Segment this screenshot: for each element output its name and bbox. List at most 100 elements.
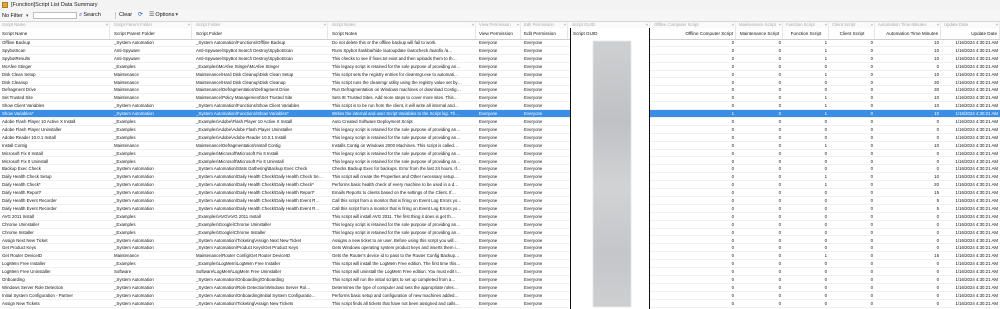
cell-script-folder: _System Automation\Daily Health Check\Da…: [196, 182, 314, 188]
cell-script-name: Get Router DeviceID: [2, 253, 43, 259]
cell-function-script: 1: [824, 71, 827, 77]
table-row[interactable]: Backup Exec Check _System Automation _Syst…: [0, 165, 1000, 174]
table-row[interactable]: Daily Health Check Setup _System Automati…: [0, 173, 1000, 182]
cell-script-name: Daily Health Event Recorder: [2, 205, 57, 211]
cell-script-folder: Anti-Spyware\SpyBot Search Destroy\Spybo…: [196, 55, 293, 61]
table-row[interactable]: McAfee Stinger _Examples _Examples\McAfee …: [0, 63, 1000, 71]
cell-script-notes: This script is to be run from the client…: [332, 103, 459, 109]
search-button[interactable]: ⌕Search: [79, 11, 101, 19]
chevron-down-icon[interactable]: ▾: [26, 13, 29, 19]
table-row[interactable]: Disk Clean Setup Maintenance Maintenance\H…: [0, 71, 1000, 79]
clear-button[interactable]: Clear: [119, 11, 132, 19]
cell-function-script: 1: [824, 182, 827, 188]
column-header-script-name[interactable]: Script Name: [0, 28, 110, 39]
cell-function-script: 0: [824, 126, 827, 132]
cell-script-name: Disk Cleanup: [2, 79, 28, 85]
column-header-script-folder[interactable]: Script Folder: [194, 28, 328, 39]
cell-function-script: 0: [824, 158, 827, 164]
cell-function-script: 0: [824, 190, 827, 196]
cell-script-parent-folder: _System Automation: [114, 111, 154, 117]
cell-edit-permission: Everyone: [524, 166, 543, 172]
cell-script-parent-folder: _Examples: [114, 261, 136, 267]
table-row[interactable]: Adobe Reader 10.0.1 Install _Examples _Exa…: [0, 134, 1000, 142]
refresh-button[interactable]: ⟳: [138, 11, 144, 19]
toolbar: No Filter ▾ ⌕Search Clear ⟳ ☰Options▾: [0, 10, 1000, 22]
cell-function-script: 0: [824, 87, 827, 93]
table-row[interactable]: Initial System Configuration - Partner _S…: [0, 292, 1000, 300]
column-header-automation-time-minutes[interactable]: Automation Time Minutes: [876, 28, 941, 39]
column-header-offline-computer-script[interactable]: Offline Computer Script: [652, 28, 736, 39]
cell-offline-computer-script: 0: [731, 119, 734, 124]
cell-maintenance-script: 0: [778, 55, 781, 61]
column-header-script-notes[interactable]: Script Notes: [330, 28, 476, 39]
table-row[interactable]: Defragment Drive Maintenance Maintenance\D…: [0, 86, 1000, 95]
cell-script-folder: _Examples\Adobe\Flash Player 10 Active X…: [196, 119, 293, 124]
column-header-edit-permission[interactable]: Edit Permission: [522, 28, 568, 39]
column-header-maintenance-script[interactable]: Maintenance Script: [737, 28, 783, 39]
cell-script-parent-folder: Maintenance: [114, 87, 139, 93]
search-input[interactable]: [33, 11, 77, 19]
cell-client-script: 0: [870, 221, 873, 227]
table-row[interactable]: Microsoft Fix It Uninstall _Examples _Exam…: [0, 158, 1000, 166]
table-row[interactable]: SpybotResults Anti-Spyware Anti-Spyware\Sp…: [0, 55, 1000, 63]
options-button[interactable]: ☰Options▾: [149, 11, 178, 19]
cell-update-date: 1/16/2024 4:30:21 AM: [955, 158, 998, 164]
table-row[interactable]: Assign New Tickets _System Automation _Sys…: [0, 300, 1000, 308]
table-row[interactable]: Microsoft Fix It Install _Examples _Exampl…: [0, 150, 1000, 158]
table-row[interactable]: Daily Health Check* _System Automation _Sy…: [0, 181, 1000, 190]
table-row[interactable]: Onboarding _System Automation _System Auto…: [0, 276, 1000, 284]
table-row[interactable]: Assign Next New Ticket _System Automation…: [0, 237, 1000, 245]
cell-function-script: 0: [824, 284, 827, 290]
column-header-script-parent-folder[interactable]: Script Parent Folder: [112, 28, 192, 39]
table-row[interactable]: Daily Health Event Recorder _System Autom…: [0, 205, 1000, 213]
table-row[interactable]: Chrome Uninstaller _Examples _Examples\Goo…: [0, 221, 1000, 229]
column-header-function-script[interactable]: Function Script: [784, 28, 829, 39]
table-row[interactable]: Adobe Flash Player Uninstaller _Examples _…: [0, 126, 1000, 134]
cell-maintenance-script: 0: [778, 190, 781, 196]
cell-script-folder: _System Automation\Daily Health Check\Da…: [196, 190, 315, 196]
table-row[interactable]: Get Product Keys _System Automation _Syste…: [0, 244, 1000, 253]
table-row[interactable]: Offline Backup _System Automation _System …: [0, 39, 1000, 47]
cell-script-folder: _System Automation\Functions\Show Variab…: [196, 111, 289, 117]
table-row[interactable]: Windows Server Role Detection _System Aut…: [0, 284, 1000, 292]
column-header-update-date[interactable]: Update Date: [942, 28, 1000, 39]
table-row[interactable]: Show Client Variables _System Automation _…: [0, 102, 1000, 111]
table-row[interactable]: Chrome Installer _Examples _Examples\Googl…: [0, 229, 1000, 237]
table-row[interactable]: Set Trusted Site Maintenance Maintenance\P…: [0, 94, 1000, 103]
cell-automation-time-minutes: 0: [936, 261, 939, 267]
cell-maintenance-script: 0: [778, 40, 781, 45]
table-row[interactable]: Daily Health Report* _System Automation _S…: [0, 189, 1000, 197]
filter-placeholder: Script GUID: [572, 22, 595, 27]
cell-maintenance-script: 0: [778, 182, 781, 188]
cell-update-date: 1/16/2024 4:30:21 AM: [955, 190, 998, 196]
cell-edit-permission: Everyone: [524, 103, 543, 109]
cell-offline-computer-script: 0: [731, 150, 734, 156]
table-row[interactable]: Show Variables* _System Automation _System…: [0, 110, 1000, 118]
cell-script-parent-folder: _System Automation: [114, 205, 154, 211]
cell-view-permission: Everyone: [479, 221, 498, 227]
table-row[interactable]: Install Contig Maintenance Maintenance\Def…: [0, 142, 1000, 150]
cell-view-permission: Everyone: [479, 198, 498, 203]
cell-edit-permission: Everyone: [524, 47, 543, 53]
table-row[interactable]: SpybotScan Anti-Spyware Anti-Spyware\SpyBo…: [0, 47, 1000, 55]
table-row[interactable]: LogMeIn Free Uninstaller Software Software…: [0, 268, 1000, 276]
cell-automation-time-minutes: 5: [936, 198, 939, 203]
table-row[interactable]: AVG 2011 Install _Examples _Examples\AVG\A…: [0, 213, 1000, 221]
table-row[interactable]: Disk Cleanup Maintenance Maintenance\Hard …: [0, 79, 1000, 87]
cell-client-script: 0: [870, 166, 873, 172]
cell-offline-computer-script: 0: [731, 79, 734, 85]
column-header-view-permission[interactable]: View Permission: [477, 28, 521, 39]
cell-offline-computer-script: 0: [731, 134, 734, 140]
cell-update-date: 1/16/2024 4:30:21 AM: [955, 261, 998, 267]
table-row[interactable]: Get Router DeviceID Maintenance Maintenanc…: [0, 252, 1000, 261]
cell-offline-computer-script: 0: [731, 205, 734, 211]
table-row[interactable]: LogMeIn Free Installer _Examples _Examples…: [0, 260, 1000, 269]
cell-script-notes: Emails Reports to clients based on the s…: [332, 190, 456, 196]
cell-view-permission: Everyone: [479, 166, 498, 172]
filter-dropdown[interactable]: No Filter: [2, 13, 23, 19]
table-row[interactable]: Daily Health Event Recorder _System Autom…: [0, 197, 1000, 205]
cell-function-script: 1: [824, 55, 827, 61]
cell-automation-time-minutes: 0: [936, 292, 939, 298]
table-row[interactable]: Adobe Flash Player 10 Active X Install _E…: [0, 118, 1000, 126]
column-header-client-script[interactable]: Client Script: [830, 28, 875, 39]
